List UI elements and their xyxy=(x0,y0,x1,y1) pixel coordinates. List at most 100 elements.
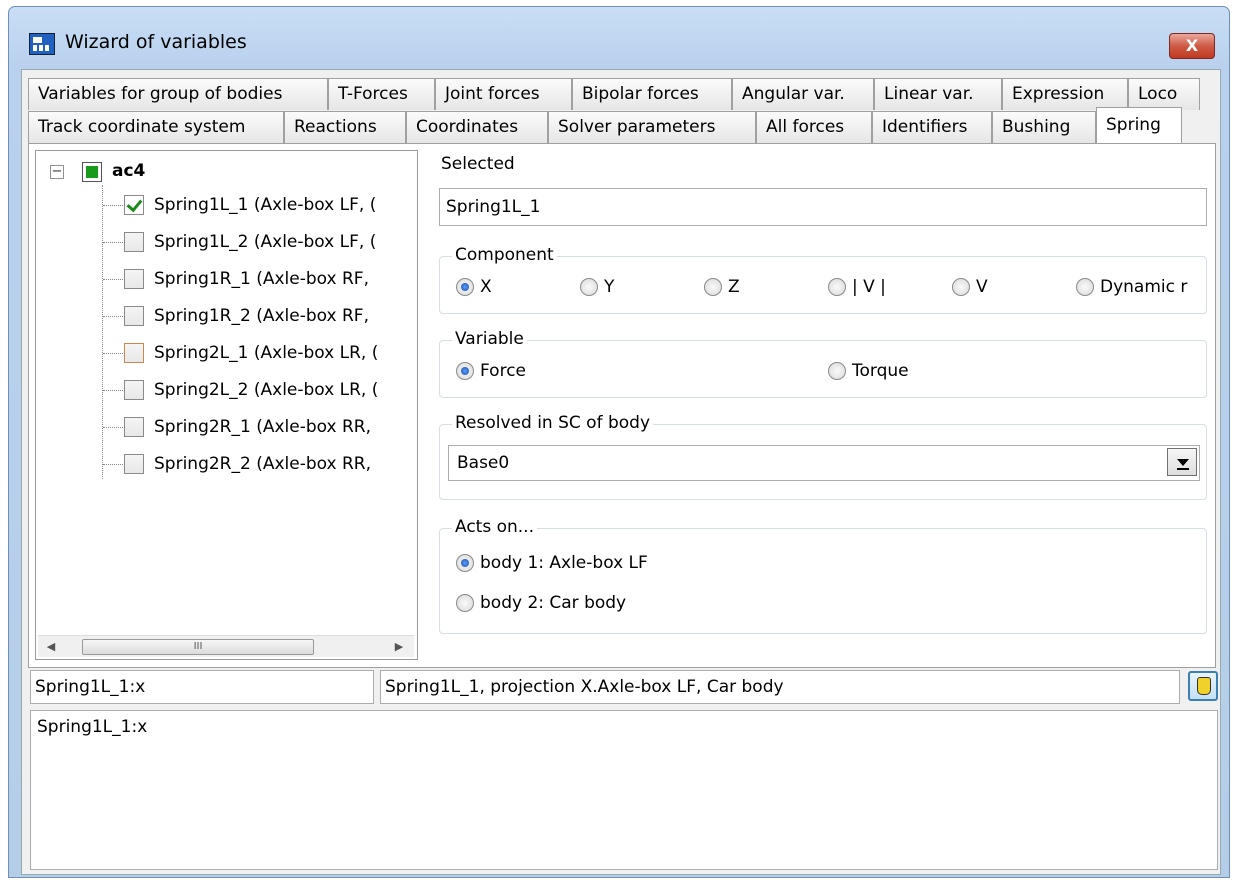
tab-solver-parameters[interactable]: Solver parameters xyxy=(548,111,756,143)
selected-label: Selected xyxy=(441,154,515,174)
tree-item-label[interactable]: Spring1L_2 (Axle-box LF, ( xyxy=(154,232,376,252)
radio-acts-on-body-2[interactable]: body 2: Car body xyxy=(456,593,626,613)
tab-spring[interactable]: Spring xyxy=(1096,107,1182,143)
tab-variables-for-group-of-bodies[interactable]: Variables for group of bodies xyxy=(28,78,328,110)
tab-joint-forces[interactable]: Joint forces xyxy=(435,78,572,110)
variable-description-field[interactable]: Spring1L_1, projection X.Axle-box LF, Ca… xyxy=(380,670,1180,704)
tab-loco[interactable]: Loco xyxy=(1128,78,1200,110)
tree-item-label[interactable]: Spring1L_1 (Axle-box LF, ( xyxy=(154,195,376,215)
variable-group-title: Variable xyxy=(452,329,527,349)
tree-connector xyxy=(103,205,123,206)
tree-item-checkbox[interactable] xyxy=(124,380,144,400)
tab-track-coordinate-system[interactable]: Track coordinate system xyxy=(28,111,284,143)
tab-identifiers[interactable]: Identifiers xyxy=(872,111,992,143)
chevron-down-icon[interactable] xyxy=(1167,448,1197,476)
tree-item-label[interactable]: Spring1R_2 (Axle-box RF, xyxy=(154,306,369,326)
radio-label: Y xyxy=(604,277,615,297)
tab-t-forces[interactable]: T-Forces xyxy=(328,78,435,110)
resolved-group-title: Resolved in SC of body xyxy=(452,413,654,433)
tree-item-checkbox[interactable] xyxy=(124,306,144,326)
tree-connector xyxy=(102,185,103,479)
radio-component-abs-v[interactable]: | V | xyxy=(828,277,886,297)
tree-item-label[interactable]: Spring2R_2 (Axle-box RR, xyxy=(154,454,371,474)
tab-bipolar-forces[interactable]: Bipolar forces xyxy=(572,78,732,110)
radio-label: body 1: Axle-box LF xyxy=(480,553,648,573)
dialog-client: Variables for group of bodies T-Forces J… xyxy=(21,69,1221,875)
radio-label: body 2: Car body xyxy=(480,593,627,613)
radio-indicator xyxy=(456,554,474,572)
tree-item-checkbox[interactable] xyxy=(124,232,144,252)
pick-button[interactable] xyxy=(1188,671,1218,701)
tree-item-checkbox[interactable] xyxy=(124,343,144,363)
acts-on-group: Acts on... body 1: Axle-box LF body 2: C… xyxy=(439,517,1207,634)
wizard-window: Wizard of variables X Variables for grou… xyxy=(8,6,1230,878)
resolved-group: Resolved in SC of body Base0 xyxy=(439,413,1207,500)
tree-horizontal-scrollbar[interactable]: ◀ III ▶ xyxy=(38,635,414,657)
tree-item-label[interactable]: Spring2L_2 (Axle-box LR, ( xyxy=(154,380,378,400)
tab-row-2: Track coordinate system Reactions Coordi… xyxy=(28,107,1182,143)
collapse-icon[interactable]: − xyxy=(50,165,64,179)
tab-row-1: Variables for group of bodies T-Forces J… xyxy=(28,78,1200,110)
wizard-app-icon xyxy=(29,33,55,55)
scroll-left-icon[interactable]: ◀ xyxy=(44,640,58,654)
tab-expression[interactable]: Expression xyxy=(1002,78,1128,110)
radio-indicator xyxy=(456,278,474,296)
radio-variable-torque[interactable]: Torque xyxy=(828,361,909,381)
tree-connector xyxy=(103,353,123,354)
scroll-thumb[interactable]: III xyxy=(82,639,314,655)
tab-all-forces[interactable]: All forces xyxy=(756,111,872,143)
tree-item-checkbox[interactable] xyxy=(124,269,144,289)
radio-label: X xyxy=(480,277,492,297)
acts-on-group-title: Acts on... xyxy=(452,517,537,537)
tab-bushing[interactable]: Bushing xyxy=(992,111,1096,143)
radio-indicator xyxy=(456,362,474,380)
radio-label: Force xyxy=(480,361,526,381)
close-button[interactable]: X xyxy=(1169,33,1215,59)
output-area[interactable]: Spring1L_1:x xyxy=(30,710,1218,870)
radio-component-y[interactable]: Y xyxy=(580,277,614,297)
tree-connector xyxy=(103,427,123,428)
hand-pointer-icon xyxy=(1197,677,1211,695)
root-checkbox[interactable] xyxy=(82,162,102,182)
scroll-right-icon[interactable]: ▶ xyxy=(392,640,406,654)
radio-component-x[interactable]: X xyxy=(456,277,492,297)
properties-panel: Selected Spring1L_1 Component X Y Z | V … xyxy=(429,144,1213,664)
spring-tab-page: − ac4 Spring1L_1 (Axle-box LF, ( Spring1… xyxy=(28,143,1216,668)
radio-label: Z xyxy=(728,277,740,297)
tree-item-checkbox[interactable] xyxy=(124,417,144,437)
tree-item-checkbox[interactable] xyxy=(124,454,144,474)
tree-connector xyxy=(103,279,123,280)
tree-item-label[interactable]: Spring1R_1 (Axle-box RF, xyxy=(154,269,369,289)
tab-linear-var[interactable]: Linear var. xyxy=(874,78,1002,110)
tab-angular-var[interactable]: Angular var. xyxy=(732,78,874,110)
tab-coordinates[interactable]: Coordinates xyxy=(406,111,548,143)
body-select-value: Base0 xyxy=(457,453,510,473)
spring-tree[interactable]: − ac4 Spring1L_1 (Axle-box LF, ( Spring1… xyxy=(35,150,418,660)
radio-indicator xyxy=(952,278,970,296)
radio-indicator xyxy=(704,278,722,296)
tree-root-label[interactable]: ac4 xyxy=(112,161,145,181)
radio-indicator xyxy=(580,278,598,296)
radio-indicator xyxy=(1076,278,1094,296)
tree-item-label[interactable]: Spring2R_1 (Axle-box RR, xyxy=(154,417,371,437)
radio-indicator xyxy=(828,278,846,296)
component-group: Component X Y Z | V | V Dynamic r xyxy=(439,245,1207,314)
window-title: Wizard of variables xyxy=(65,31,247,53)
body-select[interactable]: Base0 xyxy=(448,445,1200,481)
component-group-title: Component xyxy=(452,245,557,265)
tab-reactions[interactable]: Reactions xyxy=(284,111,406,143)
radio-indicator xyxy=(456,594,474,612)
tree-item-checkbox[interactable] xyxy=(124,195,144,215)
radio-component-v[interactable]: V xyxy=(952,277,988,297)
radio-variable-force[interactable]: Force xyxy=(456,361,526,381)
tree-item-label[interactable]: Spring2L_1 (Axle-box LR, ( xyxy=(154,343,378,363)
selected-field[interactable]: Spring1L_1 xyxy=(439,188,1207,226)
radio-acts-on-body-1[interactable]: body 1: Axle-box LF xyxy=(456,553,648,573)
tree-connector xyxy=(103,242,123,243)
variable-name-field[interactable]: Spring1L_1:x xyxy=(30,670,374,704)
radio-component-dynamic[interactable]: Dynamic r xyxy=(1076,277,1187,297)
tree-connector xyxy=(103,390,123,391)
radio-label: | V | xyxy=(852,277,886,297)
radio-label: Dynamic r xyxy=(1100,277,1188,297)
radio-component-z[interactable]: Z xyxy=(704,277,740,297)
